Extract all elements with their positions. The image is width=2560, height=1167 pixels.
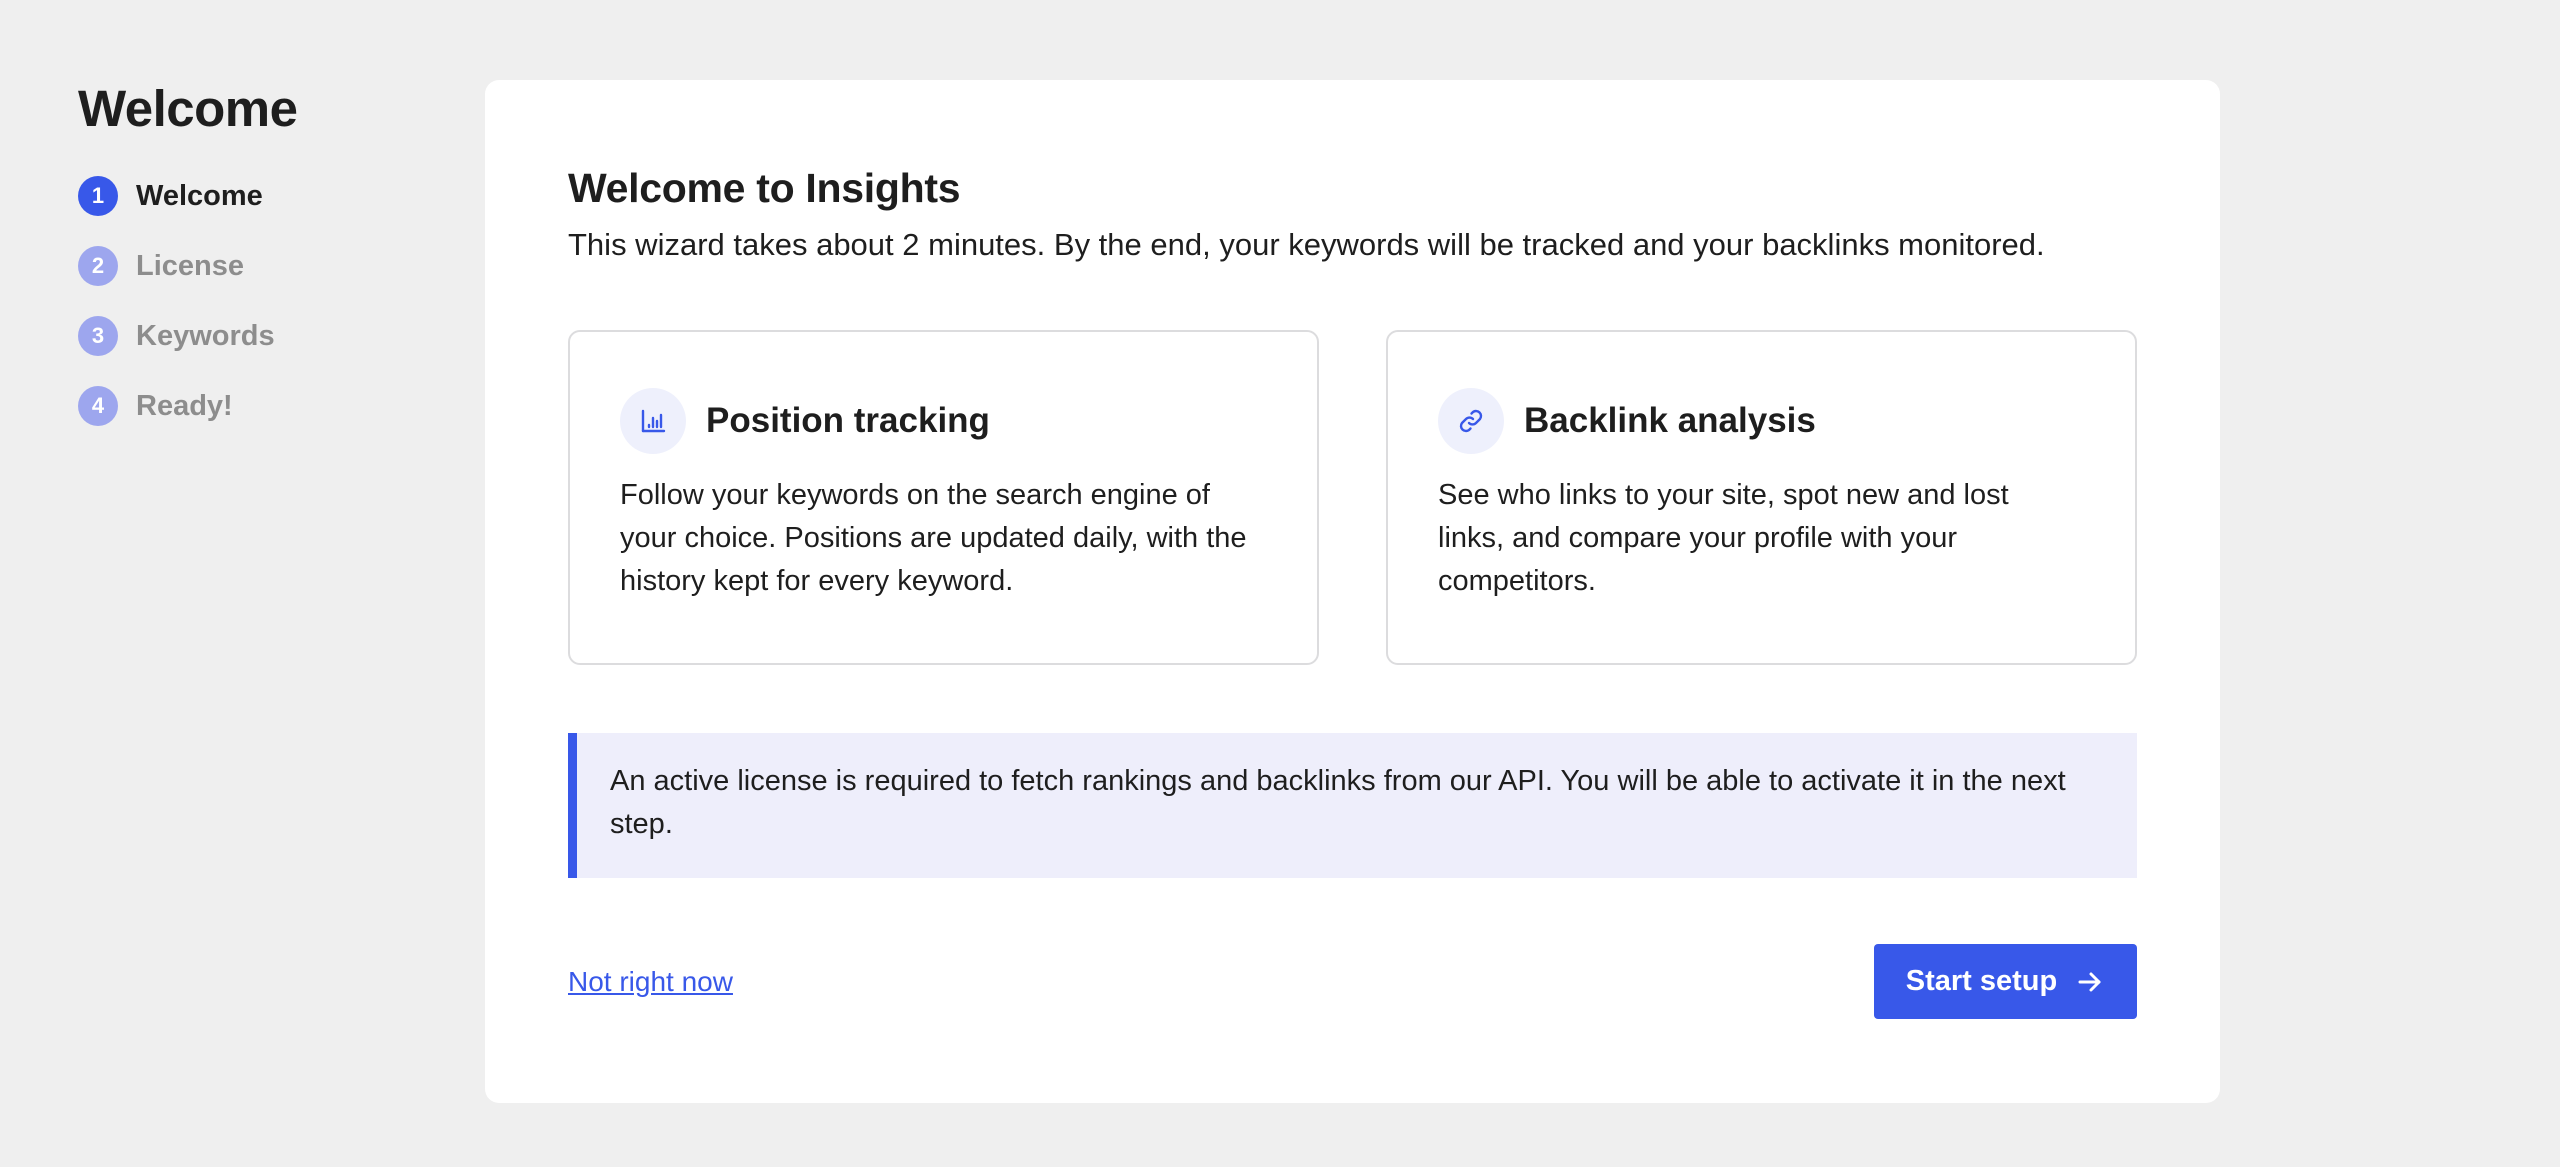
start-setup-label: Start setup — [1905, 965, 2058, 997]
feature-list: Position tracking Follow your keywords o… — [568, 330, 2137, 665]
page-subtitle: This wizard takes about 2 minutes. By th… — [568, 227, 2045, 262]
wizard-sidebar: Welcome 1 Welcome 2 License 3 Keywords 4… — [78, 78, 398, 456]
license-notice: An active license is required to fetch r… — [568, 733, 2137, 878]
step-label: Ready! — [136, 389, 233, 422]
start-setup-button[interactable]: Start setup — [1874, 944, 2137, 1019]
bar-chart-icon — [620, 388, 686, 454]
feature-card-backlink-analysis: Backlink analysis See who links to your … — [1386, 330, 2137, 665]
step-number: 4 — [78, 386, 118, 426]
step-license[interactable]: 2 License — [78, 246, 398, 286]
step-number: 1 — [78, 176, 118, 216]
wizard-content: Welcome to Insights This wizard takes ab… — [568, 160, 2137, 1019]
not-right-now-link[interactable]: Not right now — [568, 966, 733, 998]
step-welcome[interactable]: 1 Welcome — [78, 176, 398, 216]
wizard-actions: Not right now Start setup — [568, 944, 2137, 1019]
arrow-right-icon — [2078, 972, 2101, 991]
feature-description: Follow your keywords on the search engin… — [620, 479, 1247, 597]
feature-title: Backlink analysis — [1524, 401, 1816, 440]
step-label: Welcome — [136, 179, 263, 212]
sidebar-title: Welcome — [78, 80, 298, 137]
feature-card-position-tracking: Position tracking Follow your keywords o… — [568, 330, 1319, 665]
wizard-steps: 1 Welcome 2 License 3 Keywords 4 Ready! — [78, 176, 398, 426]
feature-description: See who links to your site, spot new and… — [1438, 479, 2009, 597]
page-title: Welcome to Insights — [568, 165, 961, 211]
link-icon — [1438, 388, 1504, 454]
wizard-card: Welcome to Insights This wizard takes ab… — [485, 80, 2220, 1103]
step-ready[interactable]: 4 Ready! — [78, 386, 398, 426]
step-number: 3 — [78, 316, 118, 356]
step-label: Keywords — [136, 319, 275, 352]
feature-title: Position tracking — [706, 401, 990, 440]
feature-header: Position tracking — [620, 388, 1267, 454]
step-number: 2 — [78, 246, 118, 286]
step-label: License — [136, 249, 244, 282]
feature-header: Backlink analysis — [1438, 388, 2085, 454]
step-keywords[interactable]: 3 Keywords — [78, 316, 398, 356]
